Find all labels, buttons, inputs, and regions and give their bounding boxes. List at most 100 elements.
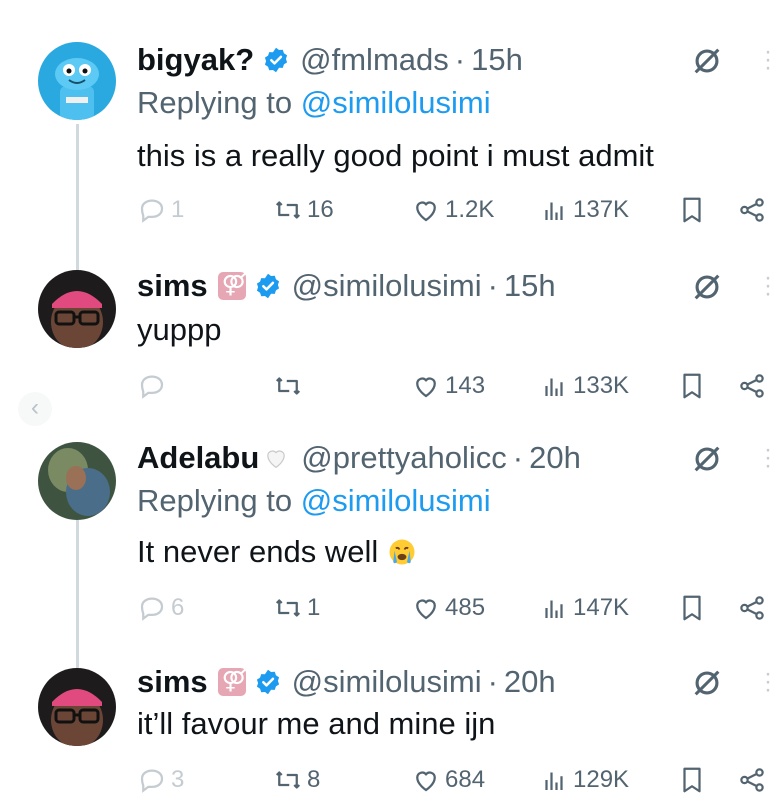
tweet-actions: 3 8 684 129K xyxy=(137,760,777,800)
views-count: 137K xyxy=(573,196,630,223)
gumball-avatar-icon xyxy=(38,42,116,120)
reply-icon xyxy=(140,597,164,621)
gender-badge-icon xyxy=(217,665,250,696)
like-count: 684 xyxy=(445,766,486,793)
retweet-icon xyxy=(275,201,301,219)
replying-to-mention[interactable]: @similolusimi xyxy=(301,483,491,518)
reply-button[interactable] xyxy=(137,366,171,406)
user-handle[interactable]: @prettyaholicc xyxy=(301,440,507,476)
views-count: 147K xyxy=(573,594,630,621)
reply-count: 3 xyxy=(171,766,185,793)
views-button[interactable]: 129K xyxy=(539,760,629,800)
replying-to-label: Replying to xyxy=(137,85,301,120)
grok-icon[interactable] xyxy=(690,270,724,304)
retweet-button[interactable] xyxy=(273,366,307,406)
replying-to: Replying to @similolusimi xyxy=(137,483,491,519)
separator-dot: · xyxy=(454,42,466,77)
crying-face-icon xyxy=(389,539,415,565)
avatar[interactable] xyxy=(38,42,116,120)
bookmark-button[interactable] xyxy=(677,760,707,800)
like-button[interactable]: 684 xyxy=(411,760,485,800)
like-button[interactable]: 1.2K xyxy=(411,190,494,230)
retweet-button[interactable]: 16 xyxy=(273,190,334,230)
tweet-text: it’ll favour me and mine ijn xyxy=(137,706,496,741)
more-options-icon[interactable]: · · · xyxy=(764,266,772,306)
reply-button[interactable]: 6 xyxy=(137,588,184,628)
bookmark-button[interactable] xyxy=(677,366,707,406)
user-handle[interactable]: @fmlmads xyxy=(300,42,449,78)
display-name[interactable]: Adelabu xyxy=(137,440,259,476)
tweet[interactable]: sims @similolusimi · 20h it’ll favour me… xyxy=(0,652,784,800)
views-icon xyxy=(545,600,563,618)
heart-icon xyxy=(416,599,436,620)
like-count: 143 xyxy=(445,372,486,399)
user-handle[interactable]: @similolusimi xyxy=(292,664,482,700)
replying-to: Replying to @similolusimi xyxy=(137,85,491,121)
display-name[interactable]: sims xyxy=(137,268,208,304)
reply-icon xyxy=(140,199,164,223)
tweet[interactable]: sims @similolusimi · 15h yuppp ··· xyxy=(0,260,784,430)
like-count: 485 xyxy=(445,594,486,621)
share-icon xyxy=(740,596,764,620)
avatar[interactable] xyxy=(38,442,116,520)
retweet-icon xyxy=(275,599,301,617)
avatar[interactable] xyxy=(38,668,116,746)
reply-count: 1 xyxy=(171,196,185,223)
retweet-count: 8 xyxy=(307,766,321,793)
tweet-actions: 143 133K xyxy=(137,366,777,406)
reply-thread: ‹ bigyak? @fmlmads · 15h Replying to @si… xyxy=(0,0,784,800)
grok-icon[interactable] xyxy=(690,666,724,700)
retweet-button[interactable]: 8 xyxy=(273,760,320,800)
profile-photo-icon xyxy=(38,442,116,520)
share-button[interactable] xyxy=(737,366,767,406)
heart-icon xyxy=(416,771,436,792)
timestamp[interactable]: 20h xyxy=(504,664,556,700)
display-name[interactable]: bigyak? xyxy=(137,42,254,78)
more-options-icon[interactable]: · · · xyxy=(764,40,772,80)
tweet-header: sims @similolusimi · 20h xyxy=(137,662,556,702)
replying-to-mention[interactable]: @similolusimi xyxy=(301,85,491,120)
reply-button[interactable]: 3 xyxy=(137,760,184,800)
display-name[interactable]: sims xyxy=(137,664,208,700)
timestamp[interactable]: 15h xyxy=(471,42,523,78)
tweet-text-content: It never ends well xyxy=(137,534,379,569)
share-icon xyxy=(740,374,764,398)
tweet-actions: 6 1 485 147K xyxy=(137,588,777,628)
like-button[interactable]: 485 xyxy=(411,588,485,628)
views-button[interactable]: 133K xyxy=(539,366,629,406)
views-icon xyxy=(545,378,563,396)
views-icon xyxy=(545,202,563,220)
avatar[interactable] xyxy=(38,270,116,348)
reply-button[interactable]: 1 xyxy=(137,190,184,230)
reply-icon xyxy=(140,375,164,399)
more-options-icon[interactable]: · · · xyxy=(764,662,772,702)
grok-icon[interactable] xyxy=(690,44,724,78)
share-button[interactable] xyxy=(737,760,767,800)
bookmark-button[interactable] xyxy=(677,190,707,230)
views-count: 129K xyxy=(573,766,630,793)
retweet-button[interactable]: 1 xyxy=(273,588,320,628)
like-button[interactable]: 143 xyxy=(411,366,485,406)
grok-icon[interactable] xyxy=(690,442,724,476)
retweet-icon xyxy=(275,771,301,789)
tweet[interactable]: bigyak? @fmlmads · 15h Replying to @simi… xyxy=(0,0,784,260)
separator-dot: · xyxy=(487,664,498,699)
views-button[interactable]: 147K xyxy=(539,588,629,628)
views-button[interactable]: 137K xyxy=(539,190,629,230)
share-button[interactable] xyxy=(737,588,767,628)
retweet-count: 1 xyxy=(307,594,321,621)
bookmark-icon xyxy=(683,197,701,223)
tweet[interactable]: Adelabu @prettyaholicc · 20h Replying to… xyxy=(0,430,784,652)
share-button[interactable] xyxy=(737,190,767,230)
verified-badge-icon xyxy=(256,273,279,299)
tweet-header: bigyak? @fmlmads · 15h xyxy=(137,40,523,80)
more-options-icon[interactable]: · · · xyxy=(764,438,772,478)
timestamp[interactable]: 15h xyxy=(504,268,556,304)
tweet-header: Adelabu @prettyaholicc · 20h xyxy=(137,438,581,478)
share-icon xyxy=(740,768,764,792)
timestamp[interactable]: 20h xyxy=(529,440,581,476)
retweet-count: 16 xyxy=(307,196,334,223)
replying-to-label: Replying to xyxy=(137,483,301,518)
user-handle[interactable]: @similolusimi xyxy=(292,268,482,304)
bookmark-button[interactable] xyxy=(677,588,707,628)
